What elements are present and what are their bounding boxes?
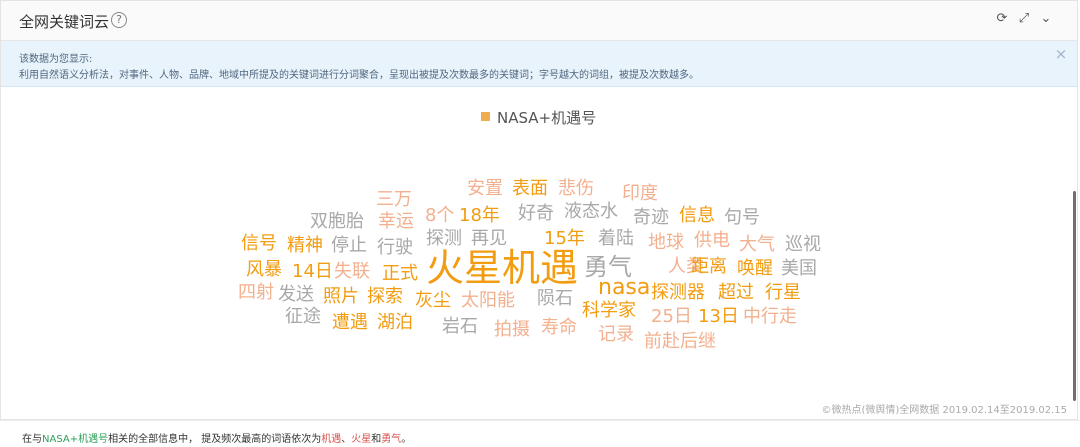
cloud-word[interactable]: 句号 [724, 209, 760, 227]
cloud-word[interactable]: 停止 [331, 237, 367, 255]
cloud-word[interactable]: 探测 [426, 230, 462, 248]
cloud-word[interactable]: 18年 [459, 207, 500, 225]
cloud-word[interactable]: 灰尘 [415, 292, 451, 310]
cloud-word[interactable]: 大气 [739, 236, 775, 254]
cloud-word[interactable]: 双胞胎 [310, 213, 364, 231]
cloud-word[interactable]: 太阳能 [461, 292, 515, 310]
cloud-word[interactable]: 距离 [691, 258, 727, 276]
cloud-word[interactable]: 8个 [425, 207, 454, 225]
cloud-word[interactable]: 美国 [781, 260, 817, 278]
cloud-word[interactable]: 发送 [278, 286, 314, 304]
cloud-word[interactable]: 探测器 [651, 284, 705, 302]
cloud-word[interactable]: 陨石 [537, 290, 573, 308]
summary-word-2: 火星 [351, 434, 372, 445]
summary-word-1: 机遇 [321, 434, 342, 445]
cloud-word[interactable]: 探索 [367, 288, 403, 306]
cloud-word[interactable]: 行驶 [377, 239, 413, 257]
cloud-word[interactable]: 四射 [238, 284, 274, 302]
summary-end: 。 [401, 434, 412, 445]
word-cloud: 火星机遇 勇气 nasa 三万 安置 表面 悲伤 印度 双胞胎 幸运 8个 18年 好奇 液态水 奇迹 信息句… [1, 1, 1080, 421]
cloud-word[interactable]: 正式 [382, 265, 418, 283]
cloud-word[interactable]: 科学家 [582, 302, 636, 320]
cloud-word[interactable]: nasa [598, 277, 650, 299]
summary-text: 在与NASA+机遇号相关的全部信息中， 提及频次最高的词语依次为机遇、火星和勇气… [22, 430, 411, 445]
cloud-word[interactable]: 14日 [292, 263, 333, 281]
cloud-word[interactable]: 前赴后继 [644, 333, 716, 351]
keyword-cloud-panel: 全网关键词云 ? ⟳ ⤢ ⌄ 该数据为您显示: 利用自然语义分析法，对事件、人物… [0, 0, 1078, 420]
cloud-word[interactable]: 拍摄 [494, 321, 530, 339]
summary-footer: 在与NASA+机遇号相关的全部信息中， 提及频次最高的词语依次为机遇、火星和勇气… [0, 420, 1080, 447]
cloud-word[interactable]: 着陆 [598, 230, 634, 248]
cloud-word[interactable]: 风暴 [246, 261, 282, 279]
cloud-word[interactable]: 超过 [718, 284, 754, 302]
cloud-word[interactable]: 液态水 [564, 203, 618, 221]
summary-sep-1: 、 [341, 434, 352, 445]
cloud-word[interactable]: 中行走 [743, 308, 797, 326]
cloud-word[interactable]: 供电 [694, 232, 730, 250]
summary-sep-2: 和 [371, 434, 382, 445]
scrollbar[interactable] [1073, 191, 1076, 401]
summary-word-3: 勇气 [381, 434, 402, 445]
cloud-word[interactable]: 征途 [285, 308, 321, 326]
cloud-word[interactable]: 信号 [241, 235, 277, 253]
cloud-word[interactable]: 奇迹 [633, 209, 669, 227]
cloud-word[interactable]: 记录 [598, 326, 634, 344]
cloud-word[interactable]: 再见 [471, 230, 507, 248]
cloud-word[interactable]: 火星机遇 [426, 249, 578, 287]
cloud-word[interactable]: 巡视 [785, 236, 821, 254]
cloud-word[interactable]: 15年 [544, 230, 585, 248]
cloud-word[interactable]: 好奇 [518, 205, 554, 223]
cloud-word[interactable]: 寿命 [541, 319, 577, 337]
cloud-word[interactable]: 幸运 [378, 213, 414, 231]
cloud-word[interactable]: 遭遇 [332, 314, 368, 332]
cloud-word[interactable]: 25日 [651, 308, 692, 326]
cloud-word[interactable]: 悲伤 [558, 180, 594, 198]
cloud-word[interactable]: 失联 [334, 263, 370, 281]
cloud-word[interactable]: 地球 [648, 234, 684, 252]
cloud-word[interactable]: 照片 [323, 288, 359, 306]
cloud-word[interactable]: 13日 [698, 308, 739, 326]
cloud-word[interactable]: 安置 [467, 180, 503, 198]
cloud-word[interactable]: 精神 [287, 237, 323, 255]
summary-middle: 相关的全部信息中， 提及频次最高的词语依次为 [108, 434, 322, 445]
cloud-word[interactable]: 行星 [765, 284, 801, 302]
cloud-word[interactable]: 表面 [512, 180, 548, 198]
data-source-credit: ©微热点(微舆情)全网数据 2019.02.14至2019.02.15 [821, 405, 1068, 416]
cloud-word[interactable]: 三万 [376, 191, 412, 209]
cloud-word[interactable]: 湖泊 [377, 314, 413, 332]
summary-prefix: 在与 [22, 434, 42, 445]
summary-subject: NASA+机遇号 [42, 434, 109, 445]
cloud-word[interactable]: 信息 [679, 207, 715, 225]
cloud-word[interactable]: 唤醒 [737, 260, 773, 278]
cloud-word[interactable]: 岩石 [442, 318, 478, 336]
cloud-word[interactable]: 印度 [622, 185, 658, 203]
